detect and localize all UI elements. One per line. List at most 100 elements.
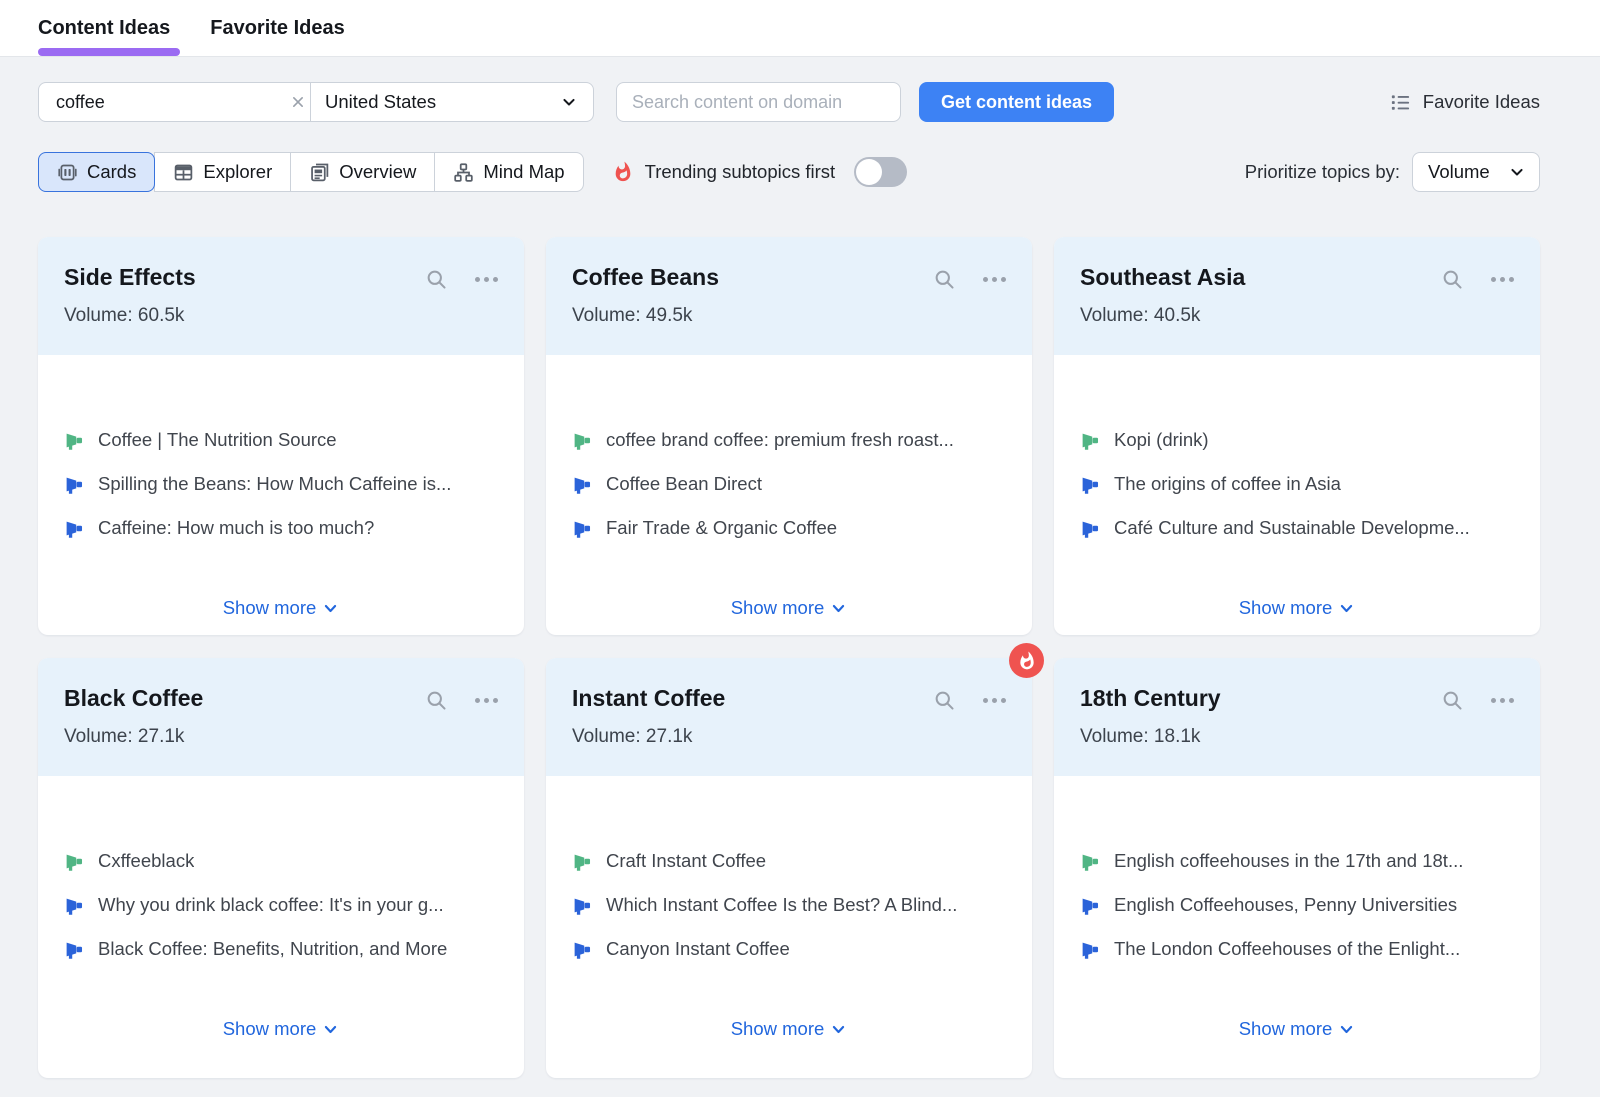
card-menu-icon[interactable] — [1491, 698, 1514, 703]
card-item-text: Cxffeeblack — [98, 850, 194, 872]
view-cards-button[interactable]: Cards — [38, 152, 155, 192]
tab-content-ideas[interactable]: Content Ideas — [38, 0, 170, 57]
card-item-text: Café Culture and Sustainable Developme..… — [1114, 517, 1470, 539]
favorite-ideas-link[interactable]: Favorite Ideas — [1389, 91, 1540, 114]
view-mindmap-button[interactable]: Mind Map — [434, 152, 583, 192]
search-input[interactable] — [56, 92, 288, 113]
tab-favorite-ideas[interactable]: Favorite Ideas — [210, 0, 345, 57]
card-search-icon[interactable] — [1441, 689, 1464, 712]
card-item[interactable]: English Coffeehouses, Penny Universities — [1080, 883, 1516, 927]
card-item-text: The origins of coffee in Asia — [1114, 473, 1341, 495]
card-item[interactable]: The origins of coffee in Asia — [1080, 462, 1516, 506]
card-item[interactable]: Fair Trade & Organic Coffee — [572, 506, 1008, 550]
chevron-down-icon — [559, 92, 579, 112]
card-header: Black Coffee Volume: 27.1k — [38, 658, 524, 776]
blue-megaphone-icon — [572, 939, 593, 960]
country-select[interactable]: United States — [311, 83, 593, 121]
trending-badge — [1009, 643, 1044, 678]
green-megaphone-icon — [64, 430, 85, 451]
show-more-label: Show more — [223, 1018, 317, 1040]
mindmap-icon — [453, 162, 474, 183]
card-search-icon[interactable] — [425, 268, 448, 291]
card-item-text: Canyon Instant Coffee — [606, 938, 790, 960]
card-item[interactable]: Why you drink black coffee: It's in your… — [64, 883, 500, 927]
card-menu-icon[interactable] — [983, 277, 1006, 282]
card-item-text: Black Coffee: Benefits, Nutrition, and M… — [98, 938, 447, 960]
show-more-link[interactable]: Show more — [1054, 597, 1540, 619]
chevron-down-icon — [1507, 162, 1527, 182]
search-combo: United States — [38, 82, 594, 122]
card-item[interactable]: Craft Instant Coffee — [572, 839, 1008, 883]
card-body: coffee brand coffee: premium fresh roast… — [546, 355, 1032, 550]
view-mindmap-label: Mind Map — [483, 161, 564, 183]
overview-icon — [309, 162, 330, 183]
tab-content-ideas-label: Content Ideas — [38, 17, 170, 40]
card-item-text: Coffee | The Nutrition Source — [98, 429, 337, 451]
green-megaphone-icon — [572, 851, 593, 872]
card-item[interactable]: Cxffeeblack — [64, 839, 500, 883]
card-menu-icon[interactable] — [475, 698, 498, 703]
card-search-icon[interactable] — [933, 268, 956, 291]
green-megaphone-icon — [572, 430, 593, 451]
show-more-link[interactable]: Show more — [1054, 1018, 1540, 1040]
flame-icon — [612, 161, 634, 183]
chevron-down-icon — [1338, 1021, 1355, 1038]
topic-search-field[interactable] — [39, 83, 311, 121]
get-content-ideas-button[interactable]: Get content ideas — [919, 82, 1114, 122]
country-select-value: United States — [325, 91, 436, 113]
prioritize-control: Prioritize topics by: Volume — [1245, 152, 1540, 192]
show-more-link[interactable]: Show more — [38, 597, 524, 619]
card-item[interactable]: Canyon Instant Coffee — [572, 927, 1008, 971]
card-item-text: Why you drink black coffee: It's in your… — [98, 894, 444, 916]
show-more-link[interactable]: Show more — [38, 1018, 524, 1040]
blue-megaphone-icon — [572, 895, 593, 916]
card-item-text: Craft Instant Coffee — [606, 850, 766, 872]
card-item[interactable]: Kopi (drink) — [1080, 418, 1516, 462]
view-explorer-button[interactable]: Explorer — [154, 152, 291, 192]
card-item[interactable]: Café Culture and Sustainable Developme..… — [1080, 506, 1516, 550]
blue-megaphone-icon — [1080, 895, 1101, 916]
blue-megaphone-icon — [64, 474, 85, 495]
card-item[interactable]: Caffeine: How much is too much? — [64, 506, 500, 550]
topic-card: Side Effects Volume: 60.5k Cof — [38, 237, 524, 635]
card-item-text: The London Coffeehouses of the Enlight..… — [1114, 938, 1460, 960]
card-search-icon[interactable] — [425, 689, 448, 712]
prioritize-select[interactable]: Volume — [1412, 152, 1540, 192]
blue-megaphone-icon — [64, 895, 85, 916]
card-volume: Volume: 60.5k — [64, 305, 498, 327]
card-item[interactable]: Which Instant Coffee Is the Best? A Blin… — [572, 883, 1008, 927]
card-item[interactable]: Coffee Bean Direct — [572, 462, 1008, 506]
blue-megaphone-icon — [572, 518, 593, 539]
active-tab-underline — [38, 48, 180, 56]
card-menu-icon[interactable] — [475, 277, 498, 282]
card-menu-icon[interactable] — [983, 698, 1006, 703]
view-overview-button[interactable]: Overview — [290, 152, 435, 192]
topic-card: Black Coffee Volume: 27.1k Cxf — [38, 658, 524, 1078]
trending-toggle[interactable] — [854, 157, 907, 187]
clear-search-icon[interactable] — [288, 92, 308, 112]
card-item[interactable]: English coffeehouses in the 17th and 18t… — [1080, 839, 1516, 883]
card-item[interactable]: Spilling the Beans: How Much Caffeine is… — [64, 462, 500, 506]
show-more-link[interactable]: Show more — [546, 597, 1032, 619]
show-more-link[interactable]: Show more — [546, 1018, 1032, 1040]
show-more-label: Show more — [223, 597, 317, 619]
card-header: 18th Century Volume: 18.1k — [1054, 658, 1540, 776]
card-item-text: Kopi (drink) — [1114, 429, 1209, 451]
card-item[interactable]: The London Coffeehouses of the Enlight..… — [1080, 927, 1516, 971]
card-volume: Volume: 49.5k — [572, 305, 1006, 327]
card-volume: Volume: 40.5k — [1080, 305, 1514, 327]
card-search-icon[interactable] — [933, 689, 956, 712]
card-item-text: Spilling the Beans: How Much Caffeine is… — [98, 473, 451, 495]
card-item[interactable]: coffee brand coffee: premium fresh roast… — [572, 418, 1008, 462]
card-volume: Volume: 27.1k — [572, 726, 1006, 748]
blue-megaphone-icon — [1080, 518, 1101, 539]
card-menu-icon[interactable] — [1491, 277, 1514, 282]
card-header: Instant Coffee Volume: 27.1k — [546, 658, 1032, 776]
card-item[interactable]: Black Coffee: Benefits, Nutrition, and M… — [64, 927, 500, 971]
blue-megaphone-icon — [1080, 474, 1101, 495]
card-search-icon[interactable] — [1441, 268, 1464, 291]
card-item[interactable]: Coffee | The Nutrition Source — [64, 418, 500, 462]
prioritize-select-value: Volume — [1428, 161, 1490, 183]
domain-search-input[interactable] — [616, 82, 901, 122]
show-more-label: Show more — [731, 1018, 825, 1040]
